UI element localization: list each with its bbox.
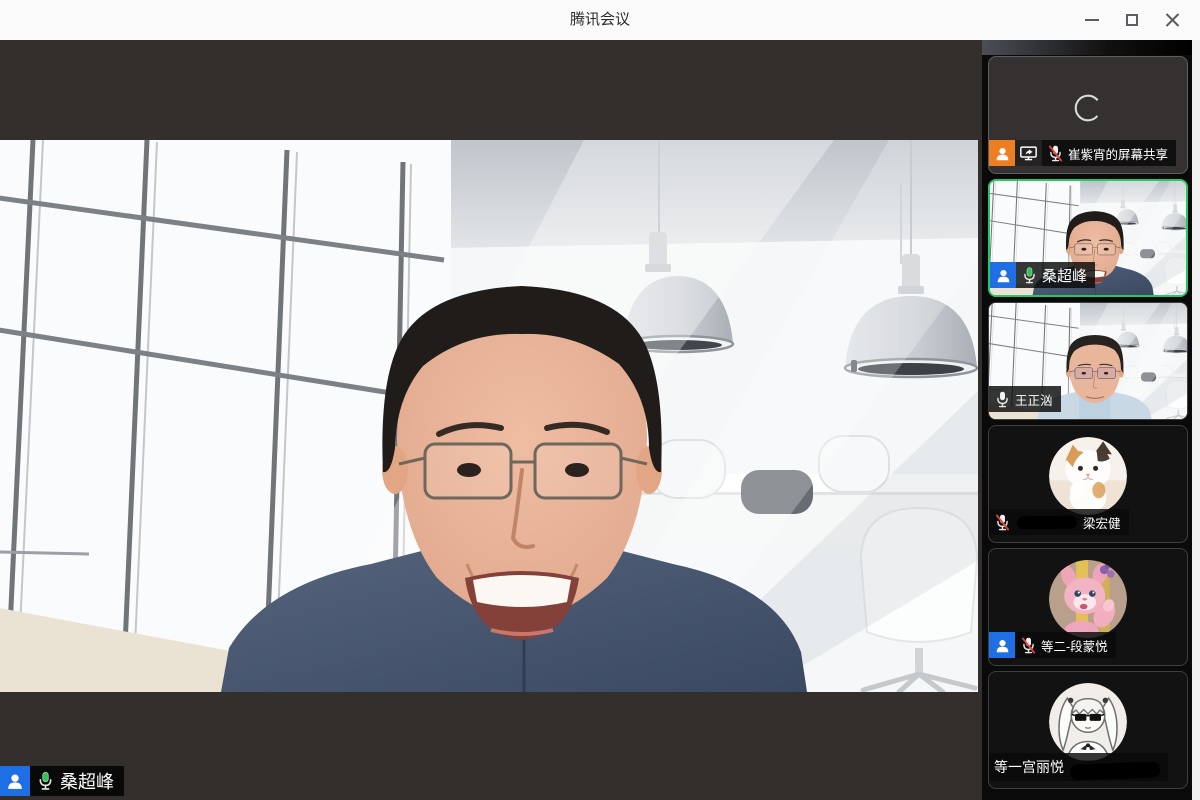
maximize-icon [1126,14,1138,26]
redacted-name-scribble [1070,761,1161,780]
window-title: 腾讯会议 [0,0,1200,40]
participant-label: 崔紫宵的屏幕共享 [1042,140,1176,166]
participant-name: 桑超峰 [1042,265,1087,286]
participant-name: 梁宏健 [1083,513,1121,532]
avatar-kitten [1049,437,1127,515]
participant-info-bar: 梁宏健 [989,509,1129,535]
participant-info-bar: 等二-段蒙悦 [989,632,1116,658]
mic-muted-icon [1020,636,1037,655]
participant-tile-gong-liyue[interactable]: 等一宫丽悦 [988,671,1188,789]
main-speaker-name: 桑超峰 [60,768,114,794]
main-video [0,140,978,692]
redacted-name-scribble [1017,515,1077,529]
participant-info-bar: 等一宫丽悦 [989,753,1168,781]
person-icon [994,145,1011,162]
participant-label: 梁宏健 [989,509,1129,535]
participant-name: 等一宫丽悦 [994,757,1064,777]
participant-info-bar: 崔紫宵的屏幕共享 [989,140,1176,166]
participant-name: 崔紫宵的屏幕共享 [1068,144,1168,163]
screen-share-icon [1015,140,1042,166]
participant-label: 桑超峰 [1016,262,1095,288]
window-controls [1072,0,1192,40]
participant-name: 等二-段蒙悦 [1041,636,1108,655]
speaker-video-feed [0,140,978,692]
avatar-pink-plush [1049,560,1127,638]
person-icon [994,637,1011,654]
participant-tile-liang-hongjian[interactable]: 梁宏健 [988,425,1188,543]
avatar-anime-girl-sunglasses [1049,683,1127,761]
person-icon [995,267,1012,284]
mic-muted-icon [994,513,1011,532]
maximize-button[interactable] [1112,0,1152,40]
participants-sidebar: 崔紫宵的屏幕共享 桑超峰 [982,40,1200,800]
participant-tile-screen-share[interactable]: 崔紫宵的屏幕共享 [988,56,1188,174]
meeting-content: 桑超峰 崔紫宵的屏幕共享 [0,40,1200,800]
minimize-icon [1085,19,1099,21]
main-video-stage[interactable]: 桑超峰 [0,40,982,800]
participant-tile-sang-chaofeng[interactable]: 桑超峰 [988,179,1188,297]
mic-muted-icon [1047,144,1064,163]
main-speaker-label: 桑超峰 [30,766,124,796]
person-icon [5,771,25,791]
mic-on-icon [1021,266,1038,285]
member-badge-icon [989,140,1015,166]
sidebar-scrollbar[interactable] [1192,40,1200,800]
member-badge-icon [990,262,1016,288]
mic-on-icon [36,770,55,792]
titlebar: 腾讯会议 [0,0,1200,40]
participant-tile-wang-zhengxiong[interactable]: 王正汹 [988,302,1188,420]
main-speaker-tag: 桑超峰 [0,766,124,796]
member-badge-icon [989,632,1015,658]
participant-label: 等一宫丽悦 [989,753,1168,781]
member-badge-icon [0,766,30,796]
mic-on-icon [994,390,1011,409]
participant-name: 王正汹 [1015,390,1053,409]
loading-spinner-icon [1071,91,1105,125]
close-button[interactable] [1152,0,1192,40]
participant-label: 王正汹 [989,386,1061,412]
minimize-button[interactable] [1072,0,1112,40]
tencent-meeting-window: 腾讯会议 桑超峰 [0,0,1200,800]
participant-tile-duan-mengyue[interactable]: 等二-段蒙悦 [988,548,1188,666]
close-icon [1165,13,1180,28]
participant-info-bar: 桑超峰 [990,262,1095,288]
participant-label: 等二-段蒙悦 [1015,632,1116,658]
participant-info-bar: 王正汹 [989,386,1061,412]
